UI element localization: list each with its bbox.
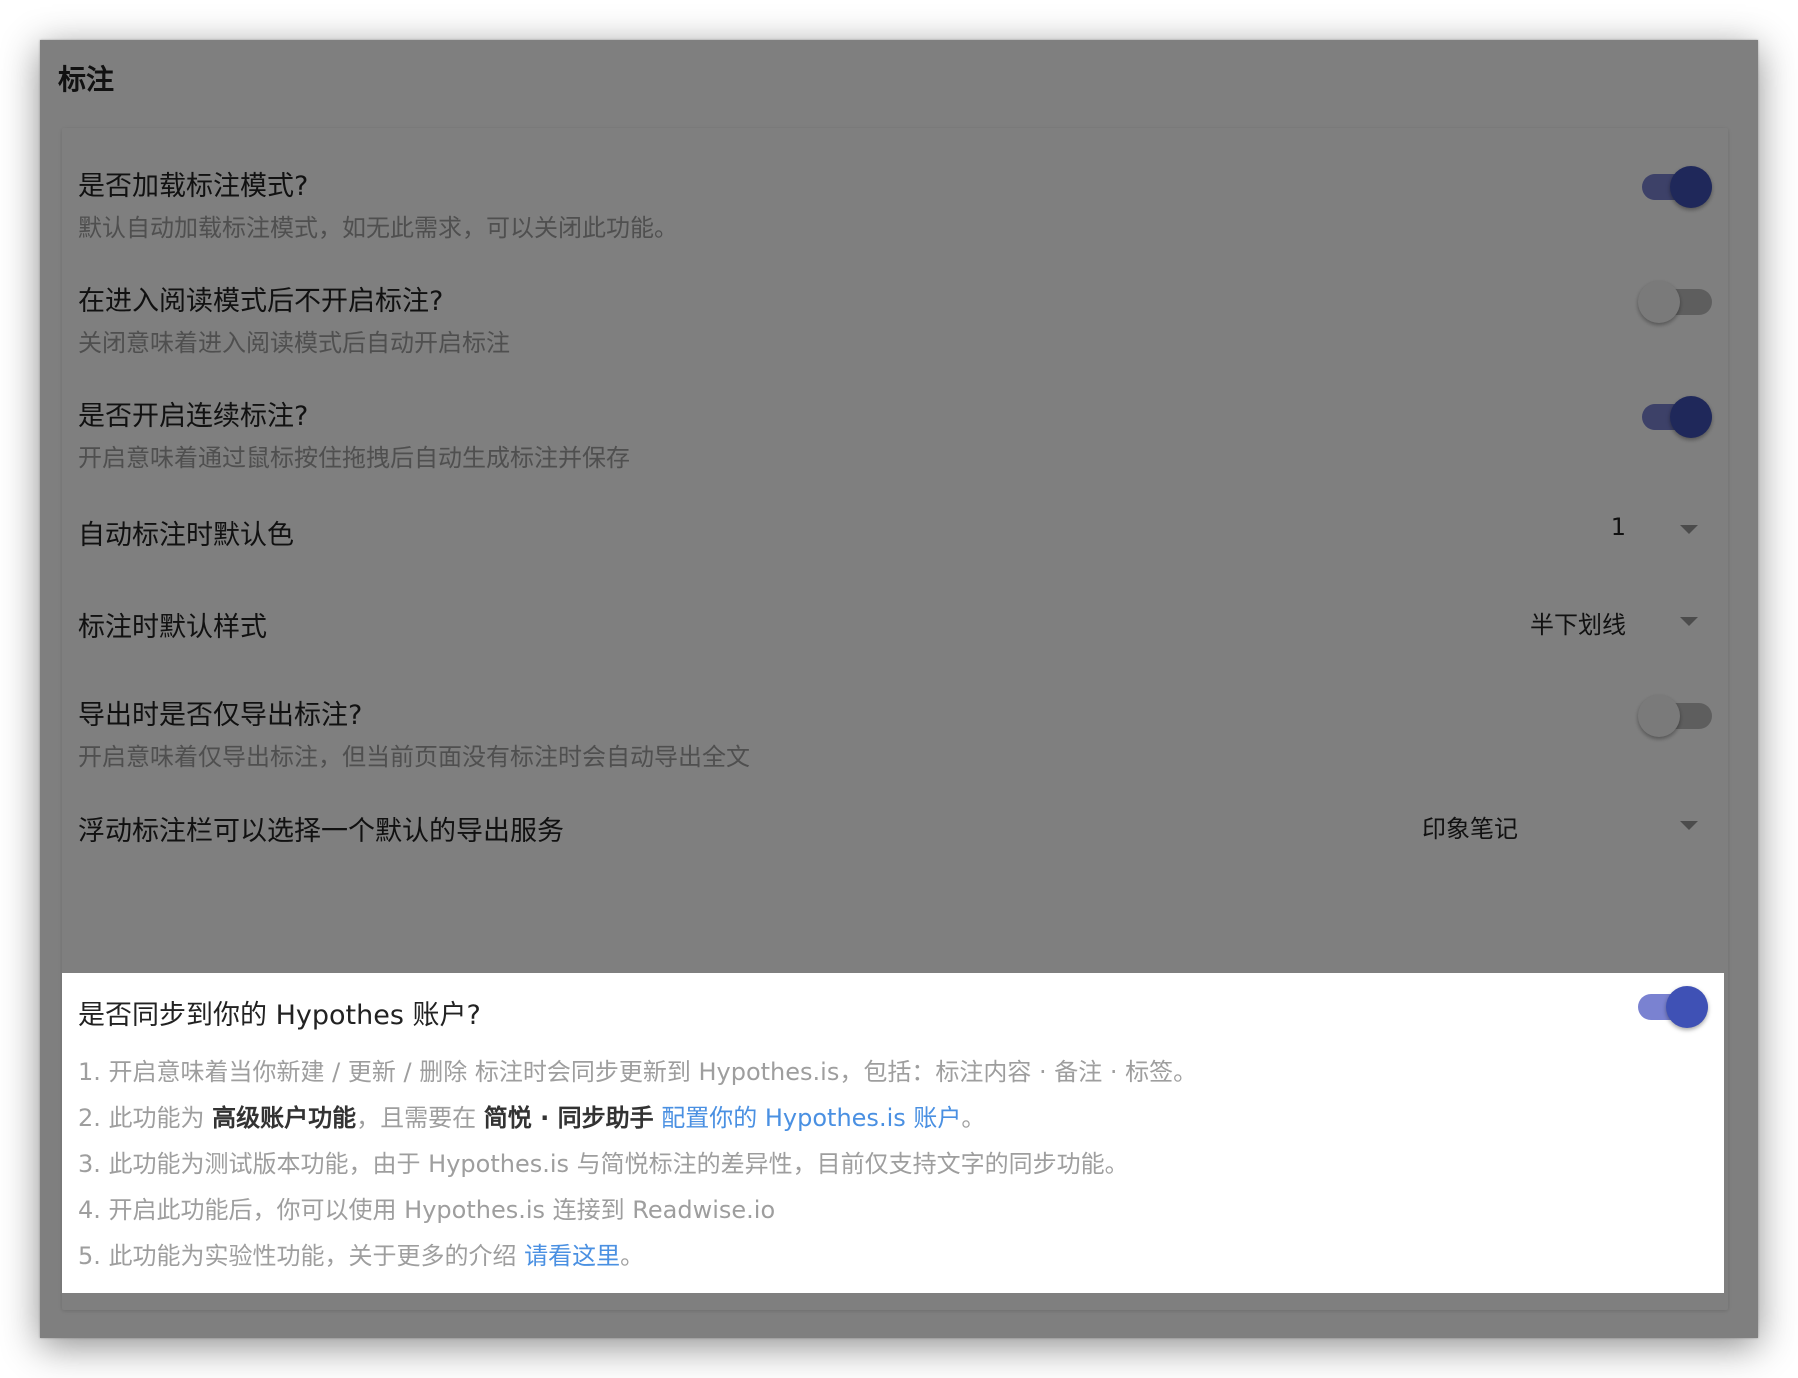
note-text: 1. 开启意味着当你新建 / 更新 / 删除 标注时会同步更新到 Hypothe… <box>78 1058 1198 1086</box>
sync-assistant-label: 简悦 · 同步助手 <box>483 1104 654 1132</box>
setting-description: 默认自动加载标注模式，如无此需求，可以关闭此功能。 <box>78 214 678 242</box>
disable-in-read-mode-toggle[interactable] <box>1638 280 1712 324</box>
hypothes-notes-list: 1. 开启意味着当你新建 / 更新 / 删除 标注时会同步更新到 Hypothe… <box>78 1049 1197 1279</box>
setting-description: 关闭意味着进入阅读模式后自动开启标注 <box>78 329 510 357</box>
hypothes-sync-panel: 是否同步到你的 Hypothes 账户? 1. 开启意味着当你新建 / 更新 /… <box>62 973 1724 1293</box>
select-value: 半下划线 <box>1530 611 1626 639</box>
setting-row-default-color: 自动标注时默认色 1 <box>62 473 1728 565</box>
setting-title: 导出时是否仅导出标注? <box>78 700 363 731</box>
hypothes-sync-toggle[interactable] <box>1638 985 1708 1029</box>
toggle-thumb <box>1666 986 1708 1028</box>
chevron-down-icon <box>1680 525 1698 534</box>
note-item: 4. 开启此功能后，你可以使用 Hypothes.is 连接到 Readwise… <box>78 1187 1197 1233</box>
toggle-thumb <box>1670 396 1712 438</box>
settings-window: 标注 是否加载标注模式? 默认自动加载标注模式，如无此需求，可以关闭此功能。 在… <box>40 40 1758 1338</box>
load-annotation-toggle[interactable] <box>1642 165 1712 209</box>
note-text: 4. 开启此功能后，你可以使用 Hypothes.is 连接到 Readwise… <box>78 1196 776 1224</box>
select-value: 印象笔记 <box>1422 815 1518 843</box>
configure-account-link[interactable]: 配置你的 Hypothes.is 账户 <box>654 1104 961 1132</box>
setting-description: 开启意味着通过鼠标按住拖拽后自动生成标注并保存 <box>78 444 630 472</box>
default-color-select[interactable]: 1 <box>1398 509 1698 549</box>
setting-description: 开启意味着仅导出标注，但当前页面没有标注时会自动导出全文 <box>78 743 750 771</box>
note-text: 5. 此功能为实验性功能，关于更多的介绍 <box>78 1242 525 1270</box>
premium-feature-label: 高级账户功能 <box>212 1104 357 1132</box>
section-title: 标注 <box>58 63 115 96</box>
continuous-annotation-toggle[interactable] <box>1642 395 1712 439</box>
note-item: 2. 此功能为 高级账户功能，且需要在 简悦 · 同步助手 配置你的 Hypot… <box>78 1095 1197 1141</box>
learn-more-link[interactable]: 请看这里 <box>524 1242 620 1270</box>
setting-title: 自动标注时默认色 <box>78 520 294 551</box>
note-item: 1. 开启意味着当你新建 / 更新 / 删除 标注时会同步更新到 Hypothe… <box>78 1049 1197 1095</box>
hypothes-sync-title: 是否同步到你的 Hypothes 账户? <box>78 1000 481 1031</box>
export-annotations-only-toggle[interactable] <box>1638 694 1712 738</box>
note-text: 。 <box>961 1104 986 1132</box>
setting-row-default-export-service: 浮动标注栏可以选择一个默认的导出服务 印象笔记 <box>62 772 1728 864</box>
setting-row-disable-in-read-mode: 在进入阅读模式后不开启标注? 关闭意味着进入阅读模式后自动开启标注 <box>62 243 1728 358</box>
note-text: 。 <box>620 1242 645 1270</box>
toggle-thumb <box>1638 695 1680 737</box>
default-style-select[interactable]: 半下划线 <box>1398 601 1698 641</box>
note-item: 5. 此功能为实验性功能，关于更多的介绍 请看这里。 <box>78 1233 1197 1279</box>
setting-row-export-annotations-only: 导出时是否仅导出标注? 开启意味着仅导出标注，但当前页面没有标注时会自动导出全文 <box>62 657 1728 772</box>
setting-title: 在进入阅读模式后不开启标注? <box>78 286 444 317</box>
setting-title: 是否加载标注模式? <box>78 171 309 202</box>
default-export-service-select[interactable]: 印象笔记 <box>1298 805 1698 845</box>
chevron-down-icon <box>1680 617 1698 626</box>
note-text: ，且需要在 <box>356 1104 484 1132</box>
setting-row-continuous-annotation: 是否开启连续标注? 开启意味着通过鼠标按住拖拽后自动生成标注并保存 <box>62 358 1728 473</box>
note-item: 3. 此功能为测试版本功能，由于 Hypothes.is 与简悦标注的差异性，目… <box>78 1141 1197 1187</box>
note-text: 2. 此功能为 <box>78 1104 213 1132</box>
select-value: 1 <box>1610 513 1626 541</box>
toggle-thumb <box>1670 166 1712 208</box>
setting-title: 是否开启连续标注? <box>78 401 309 432</box>
setting-row-default-style: 标注时默认样式 半下划线 <box>62 565 1728 657</box>
note-text: 3. 此功能为测试版本功能，由于 Hypothes.is 与简悦标注的差异性，目… <box>78 1150 1129 1178</box>
setting-title: 标注时默认样式 <box>78 612 267 643</box>
setting-title: 浮动标注栏可以选择一个默认的导出服务 <box>78 816 564 847</box>
setting-row-load-annotation: 是否加载标注模式? 默认自动加载标注模式，如无此需求，可以关闭此功能。 <box>62 128 1728 243</box>
toggle-thumb <box>1638 281 1680 323</box>
chevron-down-icon <box>1680 821 1698 830</box>
